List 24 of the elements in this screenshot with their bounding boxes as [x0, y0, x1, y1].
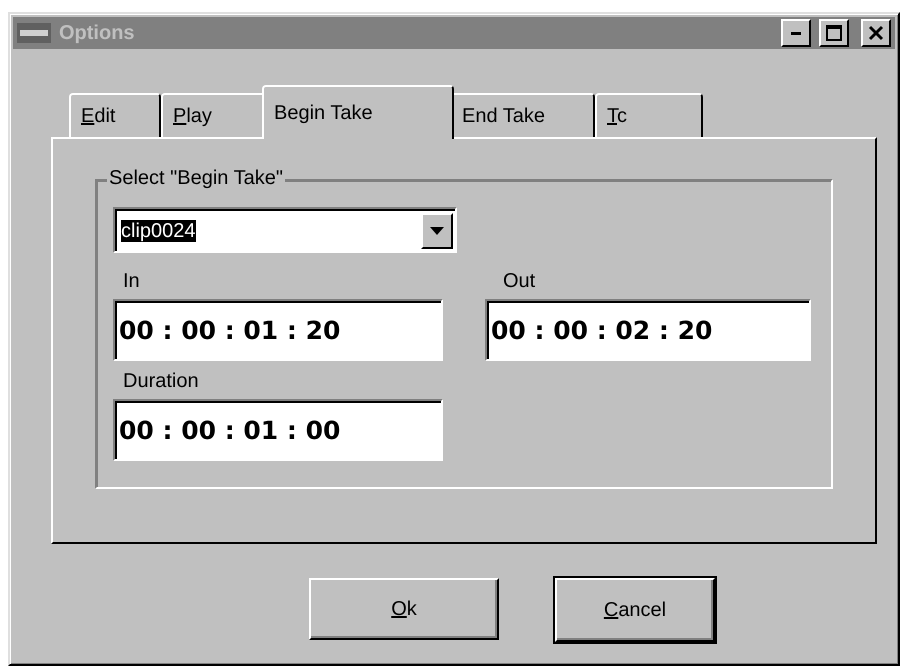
group-title: Select "Begin Take"	[107, 167, 285, 190]
clip-dropdown[interactable]: clip0024	[113, 207, 457, 253]
timecode-field[interactable]: 00 : 00 : 01 : 00	[113, 399, 443, 461]
field-label: In	[122, 268, 141, 294]
timecode-field[interactable]: 00 : 00 : 01 : 20	[113, 299, 443, 361]
tab[interactable]: Begin Take	[262, 85, 454, 139]
tab[interactable]: Tc	[595, 93, 703, 137]
tab[interactable]: Edit	[69, 93, 161, 137]
window-title: Options	[59, 22, 136, 44]
maximize-button[interactable]	[819, 19, 849, 47]
minimize-button[interactable]	[781, 19, 811, 47]
field-label: Out	[502, 268, 536, 294]
caret-icon	[430, 227, 444, 235]
close-button[interactable]	[861, 19, 891, 47]
ok-button[interactable]: Ok	[309, 578, 499, 640]
dropdown-button[interactable]	[421, 213, 453, 249]
dropdown-value: clip0024	[121, 220, 197, 242]
minimize-icon	[791, 32, 801, 34]
cancel-button[interactable]: Cancel	[555, 578, 715, 642]
field-label: Duration	[122, 368, 200, 394]
maximize-icon	[826, 25, 842, 41]
app-icon	[17, 23, 51, 43]
close-icon	[868, 25, 884, 41]
timecode-field[interactable]: 00 : 00 : 02 : 20	[485, 299, 811, 361]
